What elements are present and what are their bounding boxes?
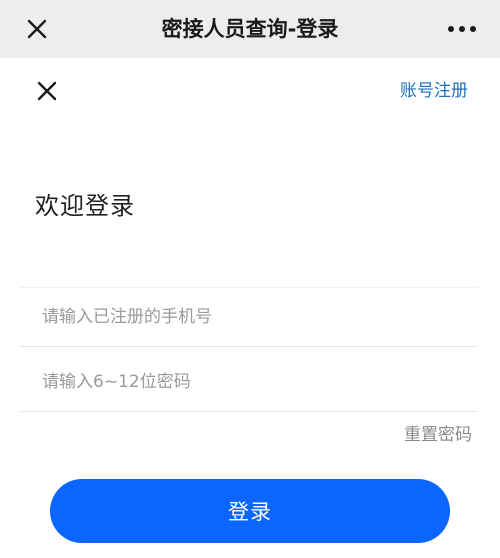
nav-close-button[interactable] <box>20 12 54 46</box>
login-page: 密接人员查询-登录 账号注册 欢迎登录 重置密码 登录 <box>0 0 500 558</box>
password-field-row <box>20 353 478 412</box>
account-register-link[interactable]: 账号注册 <box>400 76 468 106</box>
phone-input[interactable] <box>42 288 462 346</box>
password-input[interactable] <box>42 353 462 411</box>
close-login-button[interactable] <box>32 76 62 106</box>
more-button[interactable] <box>442 12 482 46</box>
page-title: 密接人员查询-登录 <box>161 17 339 41</box>
more-dots-icon <box>446 26 479 32</box>
close-icon <box>37 81 57 101</box>
close-icon <box>27 19 47 39</box>
welcome-heading: 欢迎登录 <box>35 192 135 220</box>
reset-password-link[interactable]: 重置密码 <box>404 420 472 445</box>
top-nav-bar: 密接人员查询-登录 <box>0 0 500 58</box>
login-button[interactable]: 登录 <box>50 479 450 543</box>
phone-field-row <box>20 287 478 347</box>
